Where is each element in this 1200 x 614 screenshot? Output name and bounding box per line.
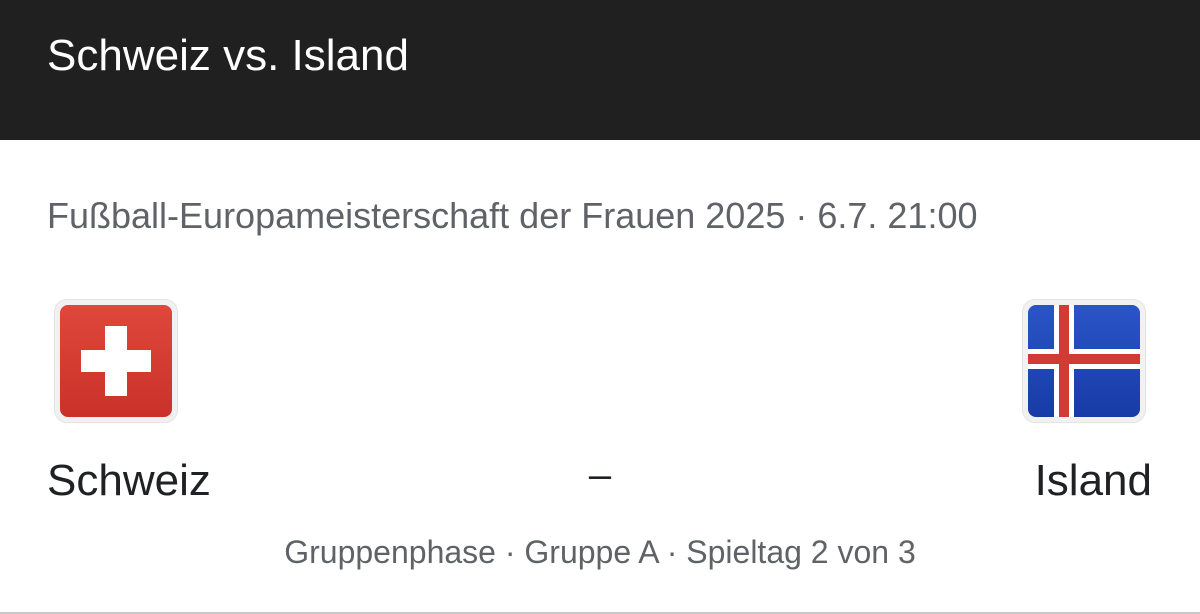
away-team-flag[interactable] bbox=[1023, 300, 1145, 422]
page-title: Schweiz vs. Island bbox=[47, 31, 409, 80]
match-score: – bbox=[588, 453, 612, 497]
round-info: Gruppenphase · Gruppe A · Spieltag 2 von… bbox=[284, 534, 916, 570]
match-card[interactable]: Fußball-Europameisterschaft der Frauen 2… bbox=[0, 140, 1200, 614]
home-team-flag[interactable] bbox=[55, 300, 177, 422]
switzerland-flag-icon bbox=[60, 305, 172, 417]
app-header: Schweiz vs. Island bbox=[0, 0, 1200, 140]
iceland-flag-icon bbox=[1028, 305, 1140, 417]
competition-date-line: Fußball-Europameisterschaft der Frauen 2… bbox=[47, 195, 978, 236]
home-team-name[interactable]: Schweiz bbox=[47, 455, 211, 507]
away-team-name[interactable]: Island bbox=[1035, 455, 1152, 507]
